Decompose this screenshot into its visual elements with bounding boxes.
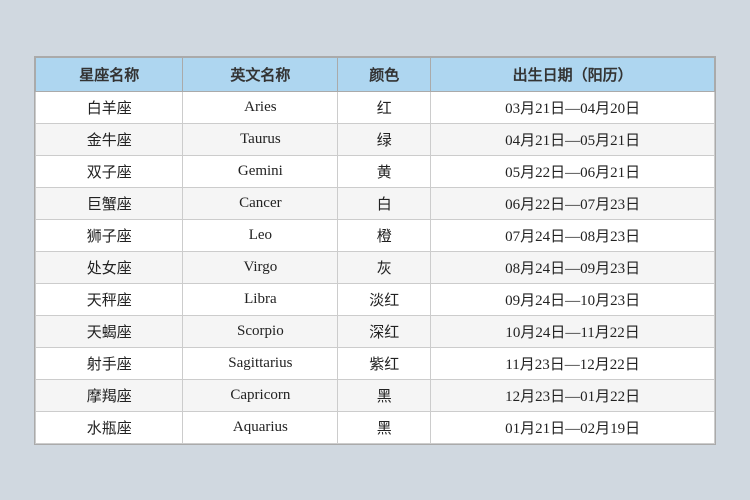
table-cell-1-2: 绿 — [338, 123, 431, 155]
table-cell-9-2: 黑 — [338, 379, 431, 411]
table-cell-10-2: 黑 — [338, 411, 431, 443]
table-cell-5-1: Virgo — [183, 251, 338, 283]
table-cell-8-0: 射手座 — [36, 347, 183, 379]
table-cell-7-3: 10月24日—11月22日 — [431, 315, 715, 347]
table-cell-7-1: Scorpio — [183, 315, 338, 347]
table-cell-0-0: 白羊座 — [36, 91, 183, 123]
table-cell-9-3: 12月23日—01月22日 — [431, 379, 715, 411]
table-cell-10-1: Aquarius — [183, 411, 338, 443]
table-row: 摩羯座Capricorn黑12月23日—01月22日 — [36, 379, 715, 411]
table-header-2: 颜色 — [338, 57, 431, 91]
table-header-0: 星座名称 — [36, 57, 183, 91]
table-cell-10-3: 01月21日—02月19日 — [431, 411, 715, 443]
table-cell-4-2: 橙 — [338, 219, 431, 251]
table-row: 天蝎座Scorpio深红10月24日—11月22日 — [36, 315, 715, 347]
table-cell-10-0: 水瓶座 — [36, 411, 183, 443]
table-row: 狮子座Leo橙07月24日—08月23日 — [36, 219, 715, 251]
zodiac-table: 星座名称英文名称颜色出生日期（阳历） 白羊座Aries红03月21日—04月20… — [35, 57, 715, 444]
table-cell-5-3: 08月24日—09月23日 — [431, 251, 715, 283]
table-row: 双子座Gemini黄05月22日—06月21日 — [36, 155, 715, 187]
table-cell-4-1: Leo — [183, 219, 338, 251]
table-cell-2-0: 双子座 — [36, 155, 183, 187]
table-cell-8-1: Sagittarius — [183, 347, 338, 379]
table-cell-6-1: Libra — [183, 283, 338, 315]
table-cell-8-3: 11月23日—12月22日 — [431, 347, 715, 379]
table-cell-4-3: 07月24日—08月23日 — [431, 219, 715, 251]
table-row: 天秤座Libra淡红09月24日—10月23日 — [36, 283, 715, 315]
table-cell-1-3: 04月21日—05月21日 — [431, 123, 715, 155]
table-cell-0-2: 红 — [338, 91, 431, 123]
table-header-3: 出生日期（阳历） — [431, 57, 715, 91]
table-cell-9-1: Capricorn — [183, 379, 338, 411]
table-row: 水瓶座Aquarius黑01月21日—02月19日 — [36, 411, 715, 443]
table-row: 处女座Virgo灰08月24日—09月23日 — [36, 251, 715, 283]
table-cell-7-0: 天蝎座 — [36, 315, 183, 347]
table-cell-3-0: 巨蟹座 — [36, 187, 183, 219]
table-cell-6-2: 淡红 — [338, 283, 431, 315]
table-cell-2-1: Gemini — [183, 155, 338, 187]
table-cell-2-2: 黄 — [338, 155, 431, 187]
table-cell-0-1: Aries — [183, 91, 338, 123]
table-header-row: 星座名称英文名称颜色出生日期（阳历） — [36, 57, 715, 91]
table-cell-5-2: 灰 — [338, 251, 431, 283]
table-row: 金牛座Taurus绿04月21日—05月21日 — [36, 123, 715, 155]
table-body: 白羊座Aries红03月21日—04月20日金牛座Taurus绿04月21日—0… — [36, 91, 715, 443]
table-cell-1-0: 金牛座 — [36, 123, 183, 155]
table-cell-6-3: 09月24日—10月23日 — [431, 283, 715, 315]
table-row: 白羊座Aries红03月21日—04月20日 — [36, 91, 715, 123]
table-row: 巨蟹座Cancer白06月22日—07月23日 — [36, 187, 715, 219]
table-row: 射手座Sagittarius紫红11月23日—12月22日 — [36, 347, 715, 379]
table-cell-3-1: Cancer — [183, 187, 338, 219]
table-cell-2-3: 05月22日—06月21日 — [431, 155, 715, 187]
table-cell-5-0: 处女座 — [36, 251, 183, 283]
table-cell-7-2: 深红 — [338, 315, 431, 347]
table-cell-9-0: 摩羯座 — [36, 379, 183, 411]
table-cell-3-3: 06月22日—07月23日 — [431, 187, 715, 219]
table-cell-6-0: 天秤座 — [36, 283, 183, 315]
table-cell-8-2: 紫红 — [338, 347, 431, 379]
table-cell-3-2: 白 — [338, 187, 431, 219]
table-cell-4-0: 狮子座 — [36, 219, 183, 251]
table-header-1: 英文名称 — [183, 57, 338, 91]
zodiac-table-wrapper: 星座名称英文名称颜色出生日期（阳历） 白羊座Aries红03月21日—04月20… — [34, 56, 716, 445]
table-cell-0-3: 03月21日—04月20日 — [431, 91, 715, 123]
table-cell-1-1: Taurus — [183, 123, 338, 155]
